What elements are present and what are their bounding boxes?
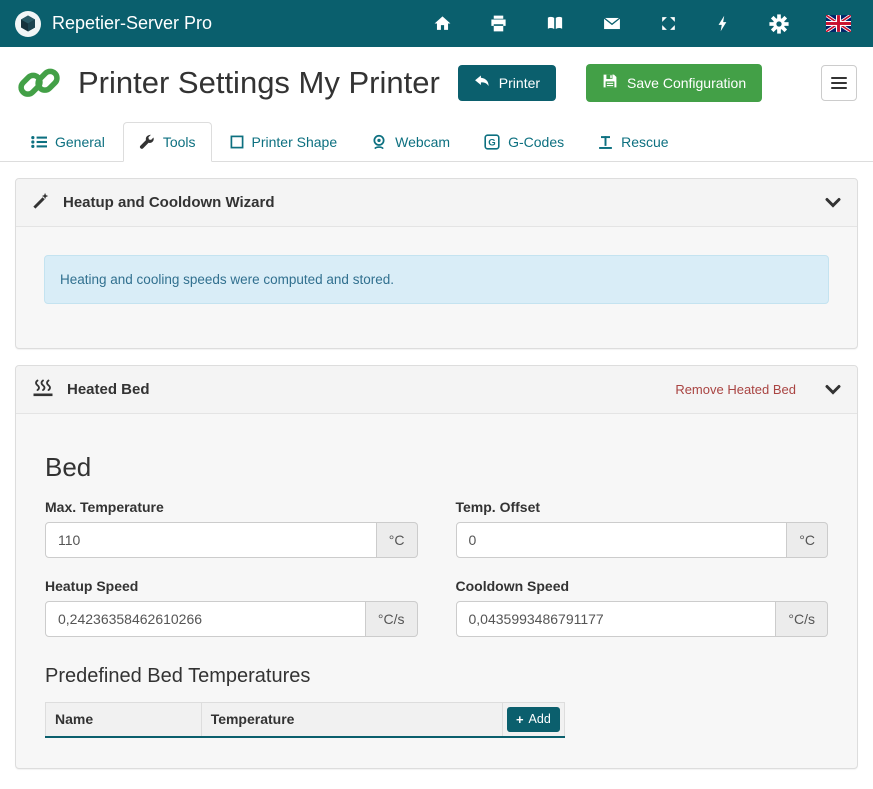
- tab-general-label: General: [55, 134, 105, 150]
- list-icon: [31, 135, 47, 149]
- save-configuration-label: Save Configuration: [627, 74, 746, 92]
- max-temperature-label: Max. Temperature: [45, 499, 418, 515]
- messages-icon[interactable]: [602, 14, 622, 33]
- back-to-printer-button[interactable]: Printer: [458, 65, 556, 101]
- max-temperature-input[interactable]: [45, 522, 377, 558]
- brand-title: Repetier-Server Pro: [52, 13, 212, 34]
- field-temp-offset: Temp. Offset °C: [456, 499, 829, 558]
- navbar-icons: [433, 14, 851, 34]
- rescue-icon: [598, 135, 613, 150]
- heatup-speed-label: Heatup Speed: [45, 578, 418, 594]
- temp-offset-unit: °C: [787, 522, 828, 558]
- heatup-speed-input[interactable]: [45, 601, 366, 637]
- log-book-icon[interactable]: [545, 14, 565, 33]
- cooldown-speed-input[interactable]: [456, 601, 777, 637]
- brand[interactable]: Repetier-Server Pro: [14, 10, 212, 38]
- gcode-icon: G: [484, 134, 500, 150]
- cooldown-speed-label: Cooldown Speed: [456, 578, 829, 594]
- temp-offset-label: Temp. Offset: [456, 499, 829, 515]
- table-header-row: Name Temperature + Add: [46, 703, 565, 737]
- predefined-temperatures-table: Name Temperature + Add: [45, 702, 565, 738]
- printers-icon[interactable]: [489, 14, 508, 33]
- square-outline-icon: [230, 135, 244, 149]
- tab-gcodes[interactable]: G G-Codes: [468, 122, 580, 162]
- heatup-speed-unit: °C/s: [366, 601, 418, 637]
- tab-printer-shape[interactable]: Printer Shape: [214, 122, 354, 162]
- bed-fields-grid: Max. Temperature °C Temp. Offset °C Heat…: [45, 499, 828, 637]
- wizard-panel-title: Heatup and Cooldown Wizard: [63, 194, 275, 211]
- max-temperature-unit: °C: [377, 522, 418, 558]
- magic-wand-icon: [32, 192, 50, 213]
- plus-icon: +: [516, 712, 524, 727]
- svg-text:G: G: [488, 138, 495, 149]
- chain-link-icon: [14, 62, 64, 104]
- info-alert: Heating and cooling speeds were computed…: [44, 255, 829, 304]
- remove-heated-bed-link[interactable]: Remove Heated Bed: [675, 382, 796, 397]
- chevron-down-icon[interactable]: [825, 197, 841, 209]
- add-button-label: Add: [529, 712, 551, 726]
- heatup-cooldown-wizard-panel: Heatup and Cooldown Wizard Heating and c…: [15, 178, 858, 349]
- field-cooldown-speed: Cooldown Speed °C/s: [456, 578, 829, 637]
- home-icon[interactable]: [433, 14, 452, 33]
- save-icon: [602, 73, 618, 93]
- heated-bed-icon: [32, 379, 54, 400]
- settings-gear-icon[interactable]: [769, 14, 789, 34]
- tab-tools-label: Tools: [163, 134, 196, 150]
- heated-bed-panel-title: Heated Bed: [67, 381, 150, 398]
- add-temperature-button[interactable]: + Add: [507, 707, 560, 732]
- tab-gcodes-label: G-Codes: [508, 134, 564, 150]
- chevron-down-icon[interactable]: [825, 384, 841, 396]
- navbar: Repetier-Server Pro: [0, 0, 873, 47]
- back-arrow-icon: [474, 74, 490, 92]
- hamburger-icon: [831, 74, 847, 92]
- field-max-temperature: Max. Temperature °C: [45, 499, 418, 558]
- bed-section-title: Bed: [45, 452, 828, 483]
- column-header-name: Name: [46, 703, 202, 737]
- page-title: Printer Settings My Printer: [78, 65, 440, 101]
- menu-button[interactable]: [821, 65, 857, 101]
- tab-general[interactable]: General: [15, 122, 121, 162]
- back-to-printer-label: Printer: [499, 74, 540, 92]
- tab-webcam[interactable]: Webcam: [355, 122, 466, 162]
- webcam-icon: [371, 134, 387, 150]
- temp-offset-input[interactable]: [456, 522, 788, 558]
- wrench-icon: [139, 134, 155, 150]
- column-header-actions: + Add: [502, 703, 564, 737]
- tab-rescue[interactable]: Rescue: [582, 122, 684, 162]
- heated-bed-panel-body: Bed Max. Temperature °C Temp. Offset °C …: [16, 414, 857, 768]
- tab-webcam-label: Webcam: [395, 134, 450, 150]
- fullscreen-icon[interactable]: [659, 14, 678, 33]
- cooldown-speed-unit: °C/s: [776, 601, 828, 637]
- heated-bed-panel-heading[interactable]: Heated Bed Remove Heated Bed: [16, 366, 857, 414]
- tab-tools[interactable]: Tools: [123, 122, 212, 162]
- tab-bar: General Tools Printer Shape Webcam G G-C…: [0, 122, 873, 162]
- field-heatup-speed: Heatup Speed °C/s: [45, 578, 418, 637]
- save-configuration-button[interactable]: Save Configuration: [586, 64, 762, 102]
- quick-commands-bolt-icon[interactable]: [715, 14, 732, 33]
- page-header: Printer Settings My Printer Printer Save…: [0, 47, 873, 114]
- repetier-logo-icon: [14, 10, 42, 38]
- predefined-temperatures-title: Predefined Bed Temperatures: [45, 665, 828, 688]
- column-header-temperature: Temperature: [201, 703, 502, 737]
- tab-rescue-label: Rescue: [621, 134, 668, 150]
- tab-printer-shape-label: Printer Shape: [252, 134, 338, 150]
- wizard-panel-heading[interactable]: Heatup and Cooldown Wizard: [16, 179, 857, 227]
- language-flag-uk-icon[interactable]: [826, 15, 851, 32]
- heated-bed-panel: Heated Bed Remove Heated Bed Bed Max. Te…: [15, 365, 858, 769]
- wizard-panel-body: Heating and cooling speeds were computed…: [16, 227, 857, 348]
